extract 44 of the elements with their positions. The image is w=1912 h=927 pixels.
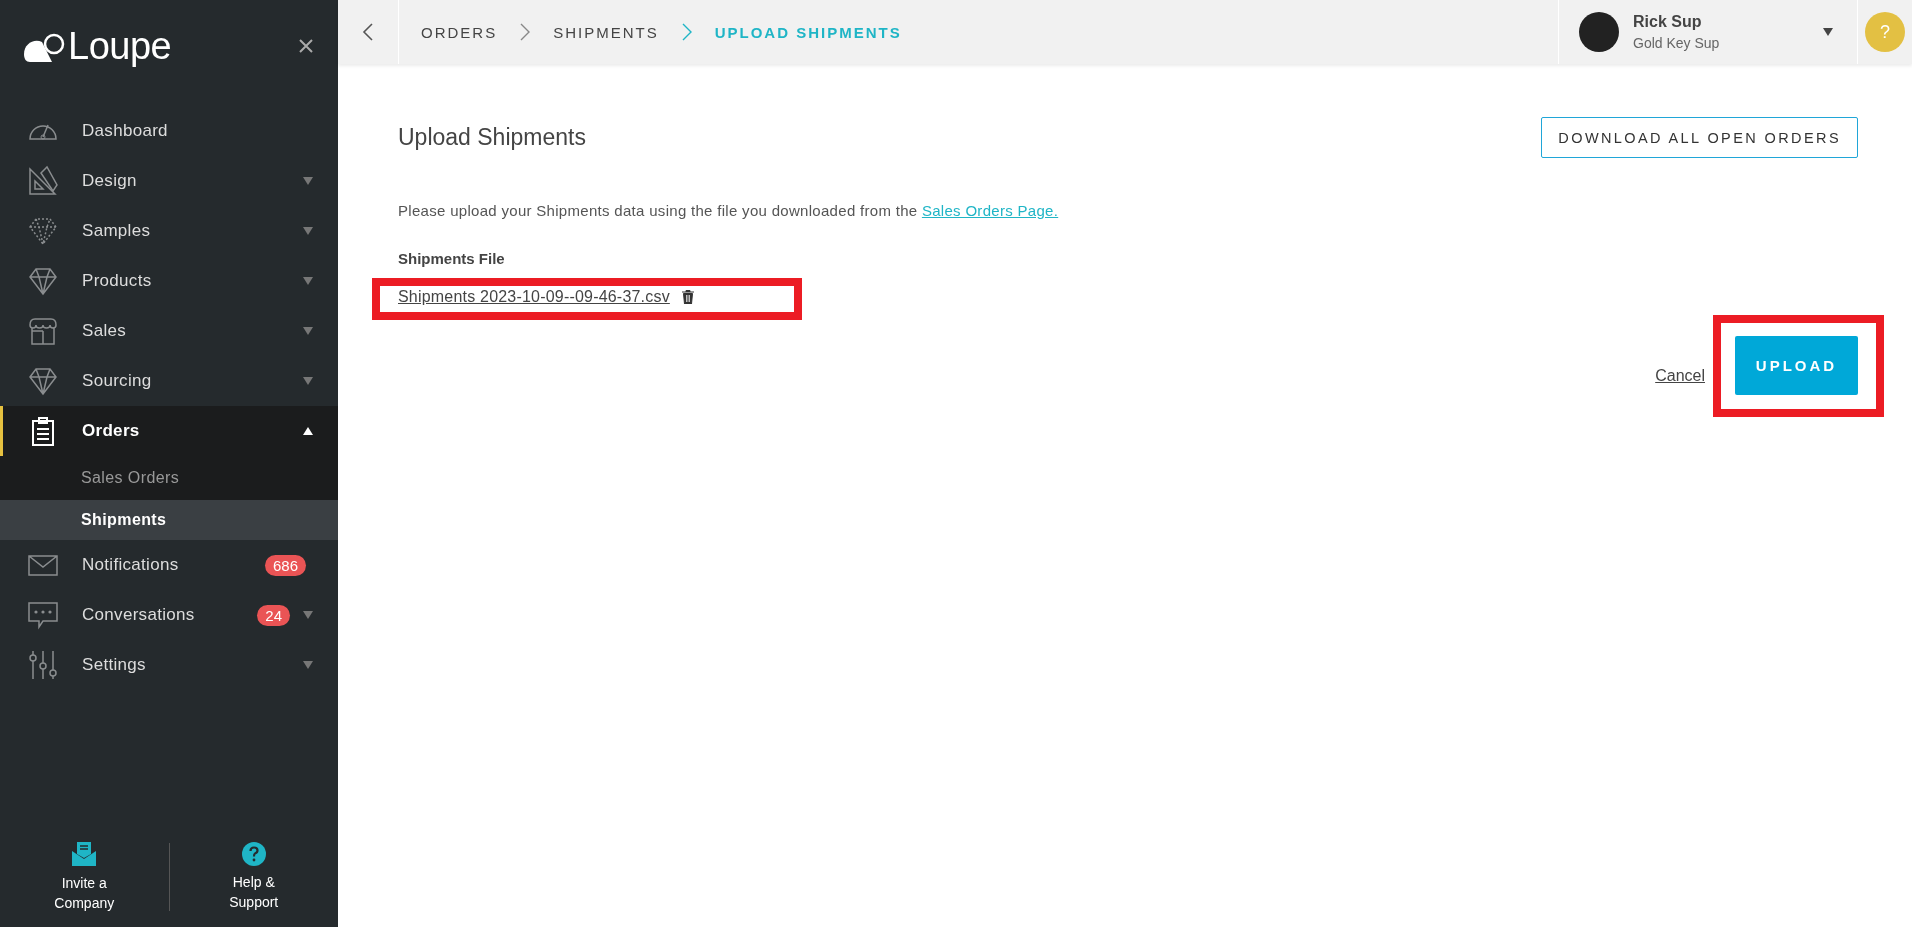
ruler-triangle-icon — [27, 165, 59, 197]
footer-link[interactable]: Invite a Company — [0, 841, 169, 913]
storefront-icon — [27, 315, 59, 347]
submenu-item[interactable]: Shipments — [0, 500, 338, 540]
file-link[interactable]: Shipments 2023-10-09--09-46-37.csv — [398, 288, 670, 306]
user-name: Rick Sup — [1633, 13, 1703, 31]
user-menu[interactable]: Rick Sup Gold Key Sup — [1558, 0, 1858, 64]
help-icon — [241, 842, 266, 866]
nav-item[interactable]: Sourcing — [0, 356, 338, 406]
sliders-icon — [27, 649, 59, 681]
breadcrumb-link[interactable]: ORDERS — [421, 23, 498, 41]
diamond-icon — [27, 365, 59, 397]
company-name: Gold Key Sup — [1633, 35, 1721, 51]
page-title: Upload Shipments — [398, 124, 586, 151]
trash-icon[interactable] — [681, 290, 694, 304]
breadcrumb-link[interactable]: SHIPMENTS — [553, 23, 659, 41]
nav-item[interactable]: Notifications 686 — [0, 540, 338, 590]
field-label: Shipments File — [398, 250, 506, 267]
count-badge: 686 — [264, 554, 306, 576]
avatar — [1579, 12, 1619, 52]
nav-item[interactable]: Samples — [0, 206, 338, 256]
download-button[interactable]: DOWNLOAD ALL OPEN ORDERS — [1541, 117, 1858, 158]
chat-bubble-icon — [27, 599, 59, 631]
caret-down-icon — [1823, 28, 1833, 36]
nav-item[interactable]: Dashboard — [0, 106, 338, 156]
nav-item[interactable]: Orders — [0, 406, 338, 456]
diamond-icon — [27, 265, 59, 297]
logo[interactable]: Loupe — [22, 26, 172, 66]
nav-item[interactable]: Products — [0, 256, 338, 306]
nav-item[interactable]: Conversations 24 — [0, 590, 338, 640]
cancel-link[interactable]: Cancel — [1655, 367, 1705, 385]
submenu-item[interactable]: Sales Orders — [0, 456, 338, 500]
nav-item[interactable]: Design — [0, 156, 338, 206]
nav-item[interactable]: Sales — [0, 306, 338, 356]
count-badge: 24 — [257, 604, 290, 626]
chevron-right-icon — [519, 23, 532, 41]
diamond-icon — [27, 215, 59, 247]
nav-item[interactable]: Settings — [0, 640, 338, 690]
envelope-icon — [71, 841, 98, 867]
instructions-text: Please upload your Shipments data using the file you downloaded from the Sales Orders Page. — [398, 202, 1060, 219]
chevron-left-icon — [362, 23, 374, 41]
footer-link[interactable]: Help & Support — [169, 842, 338, 912]
chevron-right-icon — [680, 23, 693, 41]
close-icon[interactable] — [298, 38, 314, 54]
